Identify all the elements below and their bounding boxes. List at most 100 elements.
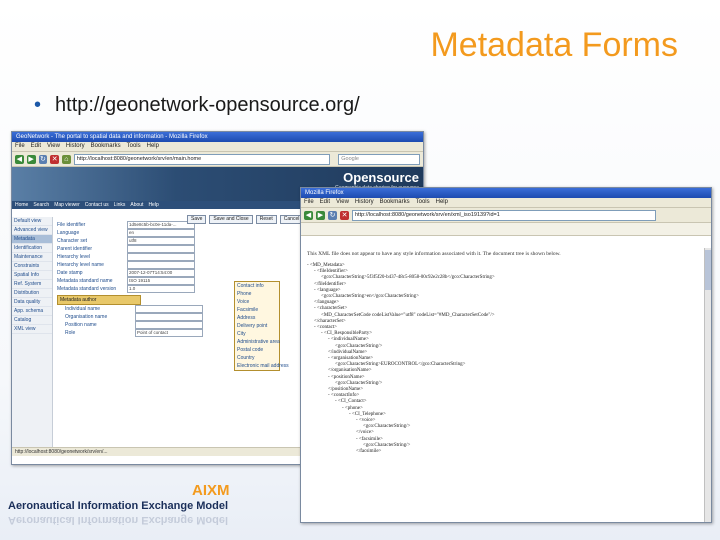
left-nav-item[interactable]: Distribution (12, 289, 52, 298)
metadata-author-section[interactable]: Metadata author (57, 295, 141, 305)
field-input[interactable]: 1d5e8c5b-bc0e-11da-... (127, 221, 195, 229)
contact-info-item[interactable]: Voice (235, 298, 279, 306)
nav-link-help[interactable]: Help (148, 202, 158, 208)
vertical-scrollbar[interactable] (704, 248, 711, 522)
menu-item-bookmarks[interactable]: Bookmarks (380, 199, 410, 205)
contact-input[interactable]: Point of contact (135, 329, 203, 337)
nav-link-about[interactable]: About (130, 202, 143, 208)
left-nav-item[interactable]: Spatial Info (12, 271, 52, 280)
contact-info-item[interactable]: Delivery point (235, 322, 279, 330)
left-nav-item[interactable]: Catalog (12, 316, 52, 325)
url-input[interactable]: http://localhost:8080/geonetwork/srv/en/… (73, 153, 331, 165)
save-and-close-button[interactable]: Save and Close (209, 215, 253, 224)
search-input[interactable]: Google (338, 153, 421, 165)
stop-icon[interactable]: ✕ (340, 210, 349, 220)
bullet-link[interactable]: http://geonetwork-opensource.org/ (55, 94, 360, 116)
nav-link-map-viewer[interactable]: Map viewer (54, 202, 80, 208)
field-input[interactable]: 2007-12-07T14:54:00 (127, 269, 195, 277)
left-nav-item[interactable]: App. schema (12, 307, 52, 316)
nav-link-links[interactable]: Links (114, 202, 126, 208)
menu-item-tools[interactable]: Tools (127, 143, 141, 149)
left-nav-item[interactable]: Ref. System (12, 280, 52, 289)
field-input[interactable] (127, 253, 195, 261)
save-button[interactable]: Save (187, 215, 207, 224)
field-input[interactable]: utf8 (127, 237, 195, 245)
contact-info-item[interactable]: Facsimile (235, 306, 279, 314)
contact-info-panel: Contact info Phone Voice Facsimile Address De… (234, 281, 289, 371)
home-icon[interactable]: ⌂ (62, 154, 71, 164)
browser-toolbar: ◀ ▶ ↻ ✕ ⌂ http://localhost:8080/geonetwo… (12, 152, 423, 167)
field-label: Metadata standard name (57, 278, 113, 284)
xml-info-message: This XML file does not appear to have an… (307, 251, 561, 257)
left-nav-item[interactable]: Metadata (12, 235, 52, 244)
field-input[interactable]: 1.0 (127, 285, 195, 293)
contact-label: Organisation name (65, 314, 108, 320)
field-input[interactable]: en (127, 229, 195, 237)
menu-item-edit[interactable]: Edit (31, 143, 41, 149)
forward-icon[interactable]: ▶ (316, 210, 325, 220)
scrollbar-thumb[interactable] (705, 250, 711, 290)
menu-item-view[interactable]: View (47, 143, 60, 149)
xml-line: </facsimile> (356, 449, 382, 455)
slide-title: Metadata Forms (430, 26, 678, 64)
left-nav-item[interactable]: Advanced view (12, 226, 52, 235)
left-nav-item[interactable]: XML view (12, 325, 52, 334)
contact-info-item[interactable]: Postal code (235, 346, 279, 354)
nav-link-contact-us[interactable]: Contact us (85, 202, 109, 208)
contact-info-item[interactable]: Address (235, 314, 279, 322)
menu-bar: File Edit View History Bookmarks Tools Help (12, 142, 423, 152)
bookmarks-bar (301, 223, 711, 236)
contact-input[interactable] (135, 305, 203, 313)
bullet-dot-icon: • (34, 94, 42, 116)
contact-info-item[interactable]: City (235, 330, 279, 338)
menu-item-history[interactable]: History (66, 143, 85, 149)
menu-item-help[interactable]: Help (436, 199, 448, 205)
back-icon[interactable]: ◀ (15, 154, 24, 164)
contact-info-item[interactable]: Administrative area (235, 338, 280, 346)
xml-browser-window: Mozilla Firefox File Edit View History Bookm… (300, 187, 712, 523)
menu-item-history[interactable]: History (355, 199, 374, 205)
field-label: Hierarchy level (57, 254, 91, 260)
field-label: Hierarchy level name (57, 262, 104, 268)
nav-link-search[interactable]: Search (33, 202, 49, 208)
back-icon[interactable]: ◀ (304, 210, 313, 220)
menu-item-edit[interactable]: Edit (320, 199, 330, 205)
bullet-item: • http://geonetwork-opensource.org/ (34, 94, 360, 117)
field-input[interactable] (127, 245, 195, 253)
contact-input[interactable] (135, 321, 203, 329)
field-label: Metadata standard version (57, 286, 117, 292)
contact-info-item[interactable]: Country (235, 354, 279, 362)
menu-item-file[interactable]: File (304, 199, 314, 205)
left-nav-item[interactable]: Default view (12, 217, 52, 226)
xml-tree: - <MD_Metadata> - <fileIdentifier> <gco:Ch… (307, 263, 699, 455)
left-nav-item[interactable]: Identification (12, 244, 52, 253)
reload-icon[interactable]: ↻ (38, 154, 48, 164)
contact-info-item[interactable]: Phone (235, 290, 279, 298)
stop-icon[interactable]: ✕ (50, 154, 59, 164)
reset-button[interactable]: Reset (255, 215, 277, 224)
left-nav-item[interactable]: Constraints (12, 262, 52, 271)
field-label: Parent identifier (57, 246, 93, 252)
menu-item-bookmarks[interactable]: Bookmarks (91, 143, 121, 149)
forward-icon[interactable]: ▶ (26, 154, 36, 164)
nav-link-home[interactable]: Home (15, 202, 28, 208)
field-input[interactable]: ISO 19115 (127, 277, 195, 285)
url-input[interactable]: http://localhost:8080/geonetwork/srv/en/… (352, 209, 656, 221)
contact-info-item[interactable]: Electronic mail address (235, 362, 289, 370)
contact-input[interactable] (135, 313, 203, 321)
menu-item-help[interactable]: Help (147, 143, 159, 149)
field-label: Language (57, 230, 80, 236)
window-titlebar[interactable]: Mozilla Firefox (301, 188, 711, 198)
field-input[interactable] (127, 261, 195, 269)
aixm-subtitle: Aeronautical Information Exchange Model (8, 500, 229, 512)
menu-item-view[interactable]: View (336, 199, 349, 205)
left-nav-item[interactable]: Data quality (12, 298, 52, 307)
menu-item-tools[interactable]: Tools (416, 199, 430, 205)
reload-icon[interactable]: ↻ (328, 210, 337, 220)
menu-bar: File Edit View History Bookmarks Tools Help (301, 198, 711, 208)
field-label: File identifier (57, 222, 86, 228)
window-titlebar[interactable]: GeoNetwork - The portal to spatial data … (12, 132, 423, 142)
menu-item-file[interactable]: File (15, 143, 25, 149)
field-label: Date stamp (57, 270, 83, 276)
left-nav-item[interactable]: Maintenance (12, 253, 52, 262)
